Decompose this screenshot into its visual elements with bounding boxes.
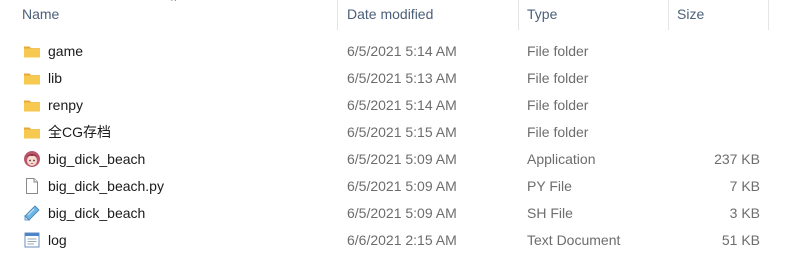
file-date-modified: 6/5/2021 5:15 AM bbox=[347, 124, 457, 140]
folder-icon bbox=[23, 42, 41, 60]
file-type: PY File bbox=[527, 178, 572, 194]
column-header-date-modified[interactable]: Date modified bbox=[339, 0, 519, 30]
shell-script-icon bbox=[23, 204, 41, 222]
file-name: lib bbox=[48, 70, 63, 86]
file-name: big_dick_beach bbox=[48, 151, 146, 167]
column-header-bar: Name ∧ Date modified Type Size bbox=[0, 0, 803, 30]
file-name: log bbox=[48, 232, 67, 248]
column-divider[interactable] bbox=[768, 0, 769, 30]
file-type: File folder bbox=[527, 43, 589, 59]
file-row[interactable]: log 6/6/2021 2:15 AM Text Document 51 KB bbox=[0, 227, 770, 253]
file-type: File folder bbox=[527, 70, 589, 86]
file-type: SH File bbox=[527, 205, 573, 221]
file-row[interactable]: big_dick_beach.py 6/5/2021 5:09 AM PY Fi… bbox=[0, 173, 770, 199]
file-row[interactable]: renpy 6/5/2021 5:14 AM File folder bbox=[0, 92, 770, 118]
file-date-modified: 6/5/2021 5:09 AM bbox=[347, 178, 457, 194]
file-date-modified: 6/5/2021 5:09 AM bbox=[347, 205, 457, 221]
folder-icon bbox=[23, 69, 41, 87]
generic-file-icon bbox=[23, 177, 41, 195]
file-type: File folder bbox=[527, 97, 589, 113]
application-icon bbox=[23, 150, 41, 168]
file-name: big_dick_beach bbox=[48, 205, 146, 221]
column-header-type[interactable]: Type bbox=[519, 0, 669, 30]
text-document-icon bbox=[23, 231, 41, 249]
file-row[interactable]: lib 6/5/2021 5:13 AM File folder bbox=[0, 65, 770, 91]
file-size: 7 KB bbox=[729, 178, 760, 194]
folder-icon bbox=[23, 123, 41, 141]
file-row[interactable]: big_dick_beach 6/5/2021 5:09 AM Applicat… bbox=[0, 146, 770, 172]
file-row[interactable]: big_dick_beach 6/5/2021 5:09 AM SH File … bbox=[0, 200, 770, 226]
file-name: renpy bbox=[48, 97, 84, 113]
file-date-modified: 6/5/2021 5:13 AM bbox=[347, 70, 457, 86]
column-header-name[interactable]: Name bbox=[14, 0, 340, 30]
column-divider[interactable] bbox=[337, 0, 338, 30]
file-size: 237 KB bbox=[714, 151, 760, 167]
folder-icon bbox=[23, 96, 41, 114]
file-date-modified: 6/5/2021 5:14 AM bbox=[347, 43, 457, 59]
file-name: big_dick_beach.py bbox=[48, 178, 164, 194]
file-date-modified: 6/6/2021 2:15 AM bbox=[347, 232, 457, 248]
file-size: 3 KB bbox=[729, 205, 760, 221]
file-row[interactable]: game 6/5/2021 5:14 AM File folder bbox=[0, 38, 770, 64]
file-size: 51 KB bbox=[721, 232, 760, 248]
file-name: game bbox=[48, 43, 84, 59]
file-type: Text Document bbox=[527, 232, 621, 248]
file-date-modified: 6/5/2021 5:14 AM bbox=[347, 97, 457, 113]
column-header-size[interactable]: Size bbox=[669, 0, 769, 30]
file-row[interactable]: 全CG存档 6/5/2021 5:15 AM File folder bbox=[0, 119, 770, 145]
file-type: Application bbox=[527, 151, 596, 167]
file-date-modified: 6/5/2021 5:09 AM bbox=[347, 151, 457, 167]
file-name: 全CG存档 bbox=[48, 124, 111, 140]
file-type: File folder bbox=[527, 124, 589, 140]
sort-up-icon: ∧ bbox=[170, 0, 180, 4]
